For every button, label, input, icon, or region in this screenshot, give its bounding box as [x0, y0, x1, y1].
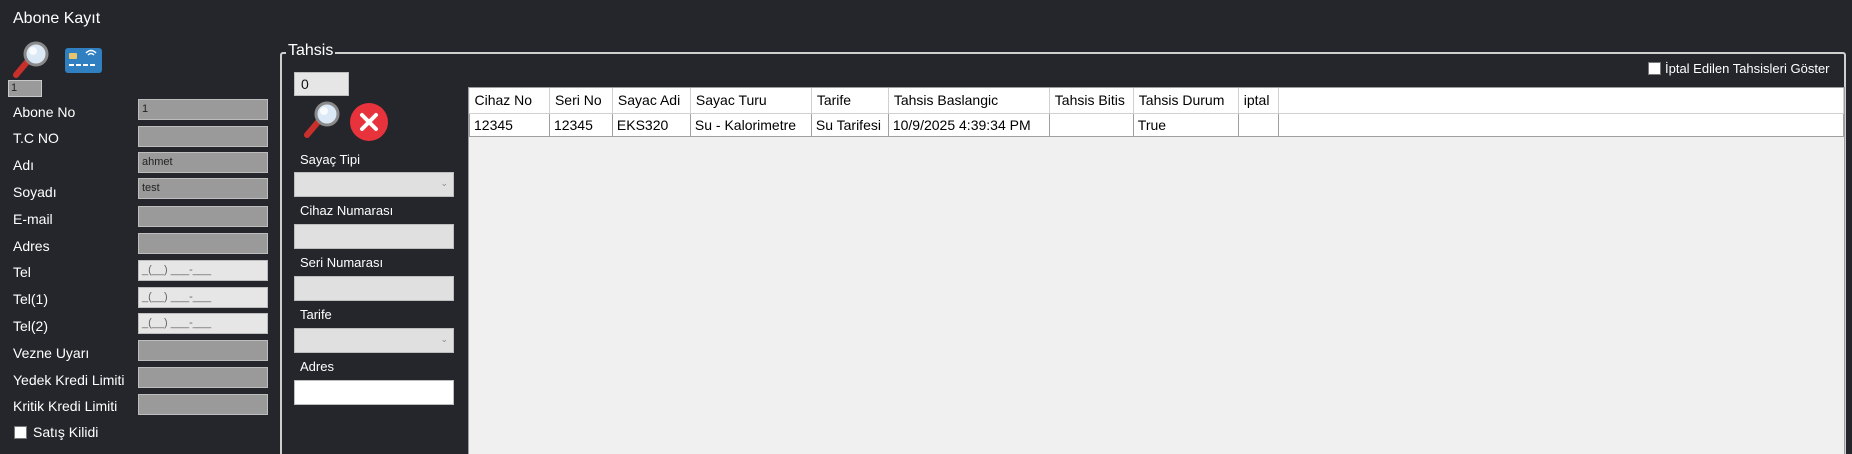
- show-cancelled-checkbox[interactable]: [1648, 62, 1661, 75]
- tahsis-search-icon[interactable]: [302, 100, 342, 140]
- sayac-tipi-label: Sayaç Tipi: [300, 152, 360, 167]
- vezne-uyari-field[interactable]: [138, 340, 268, 361]
- column-header-tahsis-baslangic[interactable]: Tahsis Baslangic: [888, 88, 1050, 114]
- cell-tarife[interactable]: Su Tarifesi: [811, 113, 889, 137]
- cancel-icon[interactable]: [349, 102, 389, 142]
- adres-label: Adres: [300, 359, 334, 374]
- tahsis-grid: Cihaz No Seri No Sayac Adi Sayac Turu Ta…: [468, 87, 1845, 454]
- seri-numarasi-label: Seri Numarası: [300, 255, 384, 270]
- cihaz-numarasi-field[interactable]: [294, 224, 454, 249]
- label-adi: Adı: [13, 157, 35, 173]
- column-header-iptal[interactable]: iptal: [1238, 88, 1279, 114]
- show-cancelled-label: İptal Edilen Tahsisleri Göster: [1665, 61, 1830, 76]
- email-field[interactable]: [138, 206, 268, 227]
- cell-cihaz-no[interactable]: 12345: [469, 113, 550, 137]
- chevron-down-icon: ⌄: [440, 334, 448, 344]
- satis-kilidi-checkbox[interactable]: [14, 426, 27, 439]
- column-header-seri-no[interactable]: Seri No: [549, 88, 613, 114]
- label-tc-no: T.C NO: [13, 130, 59, 146]
- tel1-field[interactable]: _(__) ___-___: [138, 287, 268, 308]
- label-tel: Tel: [13, 264, 31, 280]
- kritik-kredi-limiti-field[interactable]: [138, 394, 268, 415]
- tahsis-count-field[interactable]: 0: [294, 72, 349, 96]
- cell-iptal[interactable]: [1238, 113, 1279, 137]
- grid-header-row: Cihaz No Seri No Sayac Adi Sayac Turu Ta…: [469, 88, 1845, 114]
- cell-seri-no[interactable]: 12345: [549, 113, 613, 137]
- adi-field[interactable]: ahmet: [138, 152, 268, 173]
- label-soyadi: Soyadı: [13, 184, 57, 200]
- tel-field[interactable]: _(__) ___-___: [138, 260, 268, 281]
- label-yedek-kredi-limiti: Yedek Kredi Limiti: [13, 372, 125, 388]
- column-header-cihaz-no[interactable]: Cihaz No: [469, 88, 550, 114]
- seri-numarasi-field[interactable]: [294, 276, 454, 301]
- column-header-tahsis-bitis[interactable]: Tahsis Bitis: [1049, 88, 1134, 114]
- yedek-kredi-limiti-field[interactable]: [138, 367, 268, 388]
- satis-kilidi-label: Satış Kilidi: [33, 424, 99, 440]
- column-header-sayac-adi[interactable]: Sayac Adi: [612, 88, 691, 114]
- tarife-select[interactable]: ⌄: [294, 328, 454, 353]
- label-adres: Adres: [13, 238, 50, 254]
- label-tel2: Tel(2): [13, 318, 49, 334]
- tc-no-field[interactable]: [138, 126, 268, 147]
- column-header-tahsis-durum[interactable]: Tahsis Durum: [1133, 88, 1239, 114]
- label-kritik-kredi-limiti: Kritik Kredi Limiti: [13, 398, 118, 414]
- header-filler: [1278, 88, 1845, 114]
- label-abone-no: Abone No: [13, 104, 76, 120]
- tahsis-table: Cihaz No Seri No Sayac Adi Sayac Turu Ta…: [469, 88, 1845, 137]
- sayac-tipi-select[interactable]: ⌄: [294, 172, 454, 197]
- label-vezne-uyari: Vezne Uyarı: [13, 345, 90, 361]
- column-header-tarife[interactable]: Tarife: [811, 88, 889, 114]
- search-icon[interactable]: [11, 40, 51, 80]
- tahsis-adres-field[interactable]: [294, 380, 454, 405]
- cell-tahsis-bitis[interactable]: [1049, 113, 1134, 137]
- label-tel1: Tel(1): [13, 291, 49, 307]
- tahsis-group-title: Tahsis: [286, 42, 336, 60]
- row-filler: [1278, 113, 1845, 137]
- label-email: E-mail: [13, 211, 53, 227]
- record-index-field[interactable]: 1: [8, 80, 42, 97]
- cell-sayac-turu[interactable]: Su - Kalorimetre: [690, 113, 812, 137]
- cell-sayac-adi[interactable]: EKS320: [612, 113, 691, 137]
- table-row[interactable]: 12345 12345 EKS320 Su - Kalorimetre Su T…: [469, 113, 1845, 137]
- chevron-down-icon: ⌄: [440, 178, 448, 188]
- tel2-field[interactable]: _(__) ___-___: [138, 313, 268, 334]
- cihaz-numarasi-label: Cihaz Numarası: [300, 203, 394, 218]
- abone-no-field[interactable]: 1: [138, 99, 268, 120]
- column-header-sayac-turu[interactable]: Sayac Turu: [690, 88, 812, 114]
- cell-tahsis-durum[interactable]: True: [1133, 113, 1239, 137]
- window-title: Abone Kayıt: [13, 10, 101, 27]
- cell-tahsis-baslangic[interactable]: 10/9/2025 4:39:34 PM: [888, 113, 1050, 137]
- adres-field[interactable]: [138, 233, 268, 254]
- card-reader-icon[interactable]: [64, 46, 104, 76]
- tarife-label: Tarife: [300, 307, 332, 322]
- soyadi-field[interactable]: test: [138, 178, 268, 199]
